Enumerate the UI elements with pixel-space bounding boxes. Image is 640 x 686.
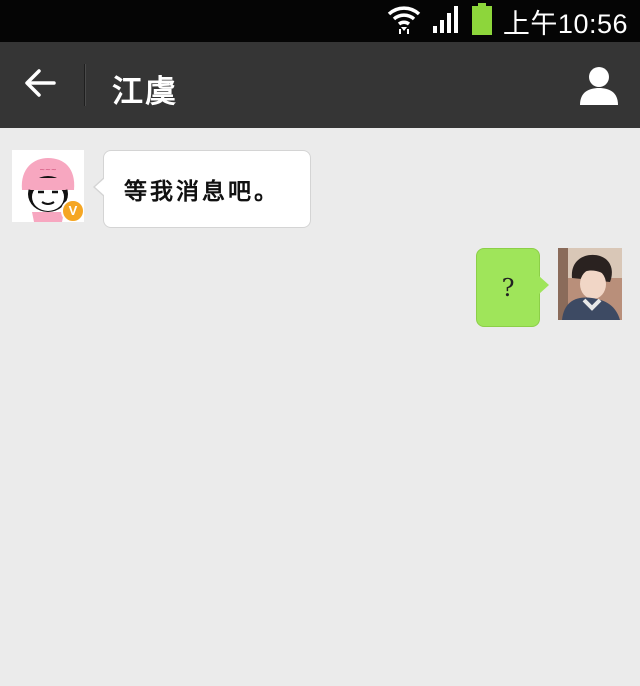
battery-icon [471,2,493,40]
status-bar: 上午10:56 [0,0,640,42]
profile-button[interactable] [578,64,620,106]
contact-avatar[interactable]: ~~~ V [12,150,84,222]
status-time: 上午10:56 [502,8,628,39]
incoming-message-bubble[interactable]: 等我消息吧。 [93,150,311,228]
back-button[interactable] [18,63,64,107]
profile-icon [578,67,620,110]
outgoing-message-bubble[interactable]: ? [476,248,549,327]
status-icons: 上午10:56 [387,0,628,42]
wifi-icon [387,3,421,39]
user-photo-avatar [558,248,622,320]
svg-text:~~~: ~~~ [39,166,57,174]
title-divider [84,64,85,106]
chat-area[interactable]: ~~~ V 等我消息吧。 ? [0,128,640,686]
title-bar: 江虞 [0,42,640,128]
incoming-message-text: 等我消息吧。 [124,178,280,205]
back-arrow-icon [24,68,58,102]
verified-badge: V [61,199,84,222]
signal-icon [431,4,461,38]
chat-title: 江虞 [112,74,178,110]
outgoing-message-text: ? [501,273,515,302]
my-avatar[interactable] [558,248,630,320]
